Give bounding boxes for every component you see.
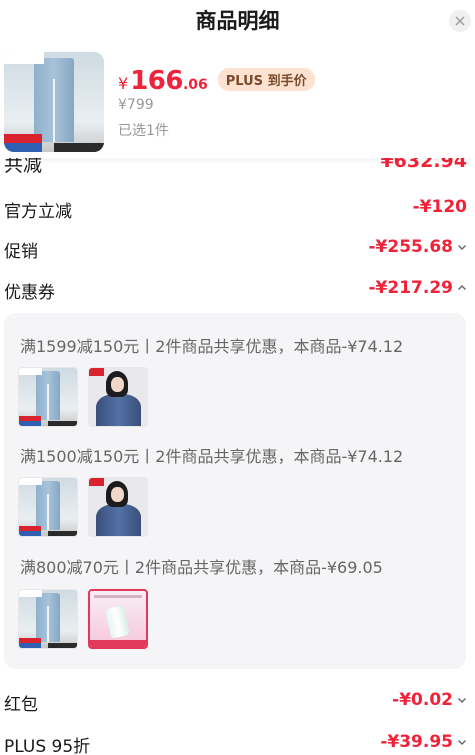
chevron-down-icon xyxy=(458,698,466,703)
red-packet-row[interactable]: 红包 -¥0.02 xyxy=(0,688,475,718)
final-price: ¥ 166 .06 PLUS 到手价 xyxy=(118,66,315,96)
original-price: ¥799 xyxy=(118,97,154,113)
red-packet-value: -¥0.02 xyxy=(392,690,467,710)
coupon-item-jeans[interactable] xyxy=(18,477,78,537)
price-currency: ¥ xyxy=(118,74,129,93)
plus-discount-value: -¥39.95 xyxy=(380,732,467,752)
coupon-group-title: 满1599减150元丨2件商品共享优惠，本商品-¥74.12 xyxy=(20,337,404,356)
plus-price-badge: PLUS 到手价 xyxy=(217,68,315,91)
dialog-title: 商品明细 xyxy=(195,9,280,33)
coupon-group-title: 满1500减150元丨2件商品共享优惠，本商品-¥74.12 xyxy=(20,447,404,466)
promotion-label: 促销 xyxy=(4,242,38,262)
coupon-item-jeans[interactable] xyxy=(18,589,78,649)
dialog-header: 商品明细 xyxy=(0,0,475,40)
coupon-row[interactable]: 优惠券 -¥217.29 xyxy=(0,276,475,306)
coupon-item-jacket[interactable] xyxy=(88,367,148,427)
coupon-label: 优惠券 xyxy=(4,283,55,303)
plus-discount-label: PLUS 95折 xyxy=(4,737,91,755)
red-packet-label: 红包 xyxy=(4,695,38,715)
price-integer: 166 xyxy=(130,66,183,96)
product-summary: ¥ 166 .06 PLUS 到手价 ¥799 已选1件 xyxy=(0,50,475,158)
coupon-item-jacket[interactable] xyxy=(88,477,148,537)
price-decimal: .06 xyxy=(182,77,208,93)
product-image[interactable] xyxy=(4,52,104,152)
coupon-group-title: 满800减70元丨2件商品共享优惠，本商品-¥69.05 xyxy=(20,558,383,577)
official-discount-value: -¥120 xyxy=(412,197,467,217)
coupon-item-jeans[interactable] xyxy=(18,367,78,427)
chevron-down-icon xyxy=(458,740,466,745)
coupon-item-cosmetic[interactable] xyxy=(88,589,148,649)
chevron-up-icon xyxy=(458,285,466,290)
coupon-details-panel: 满1599减150元丨2件商品共享优惠，本商品-¥74.12 满1500减150… xyxy=(4,313,466,669)
promotion-row[interactable]: 促销 -¥255.68 xyxy=(0,235,475,265)
close-icon xyxy=(455,16,465,26)
chevron-down-icon xyxy=(458,245,466,250)
official-discount-row: 官方立减 -¥120 xyxy=(0,195,475,225)
promotion-value: -¥255.68 xyxy=(369,237,468,257)
close-button[interactable] xyxy=(449,10,471,32)
official-discount-label: 官方立减 xyxy=(4,202,72,222)
coupon-value: -¥217.29 xyxy=(369,278,468,298)
selected-count: 已选1件 xyxy=(118,123,169,139)
plus-discount-row[interactable]: PLUS 95折 -¥39.95 xyxy=(0,730,475,755)
